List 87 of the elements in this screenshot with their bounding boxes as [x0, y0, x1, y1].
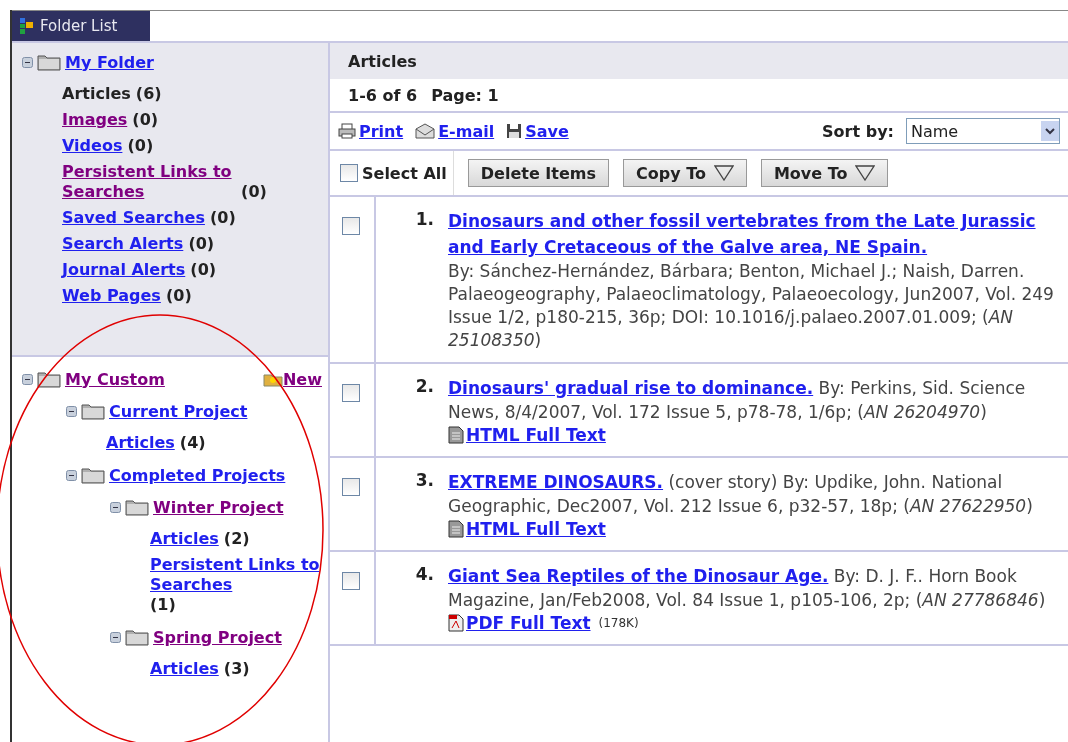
folder-link[interactable]: My Custom: [65, 369, 165, 389]
item-count: (0): [210, 208, 236, 227]
collapse-icon[interactable]: [110, 631, 121, 643]
toolbar-button[interactable]: Copy To: [622, 159, 747, 187]
folder-link[interactable]: Winter Project: [153, 497, 284, 517]
folder-icon: [81, 402, 105, 420]
document-icon: [448, 426, 464, 444]
tab-label[interactable]: Folder List: [40, 17, 118, 35]
result-range: 1-6 of 6: [348, 85, 418, 105]
collapse-icon[interactable]: [66, 469, 77, 481]
save-link[interactable]: Save: [506, 121, 569, 141]
result-checkbox[interactable]: [342, 384, 360, 402]
select-all-checkbox[interactable]: Select All: [330, 151, 454, 195]
app-logo-icon: [20, 18, 34, 34]
collapse-icon[interactable]: [22, 373, 33, 385]
full-text-link[interactable]: HTML Full Text: [466, 424, 606, 446]
result-number: 4.: [414, 563, 435, 584]
folder-item-link[interactable]: Articles: [150, 659, 219, 679]
dropdown-icon: [1041, 121, 1059, 141]
result-citation: Giant Sea Reptiles of the Dinosaur Age. By: D. J. F.. Horn Book Magazine, Jan/Feb2008, Vol. 84 Issue 1, p105-106, 2p; (AN 27786846): [448, 563, 1064, 612]
sort-label: Sort by:: [822, 121, 894, 141]
result-title-link[interactable]: EXTREME DINOSAURS.: [448, 469, 664, 495]
folder-item-link[interactable]: Saved Searches: [62, 208, 205, 228]
item-count: (0): [188, 234, 215, 253]
folder-item-link[interactable]: Search Alerts: [62, 234, 184, 254]
folder-item-link[interactable]: Images: [62, 110, 128, 130]
item-count: (2): [223, 529, 250, 548]
result-checkbox[interactable]: [342, 478, 360, 496]
pdf-icon: [448, 614, 464, 632]
printer-icon[interactable]: [338, 123, 356, 139]
item-count: (1): [150, 595, 176, 614]
item-count: (0): [165, 286, 192, 305]
folder-item-link[interactable]: Journal Alerts: [62, 260, 186, 280]
folder-link[interactable]: Spring Project: [153, 627, 282, 647]
sort-select[interactable]: Name: [906, 118, 1060, 144]
new-folder-icon: [262, 371, 283, 387]
result-number: 2.: [414, 375, 435, 396]
result-citation: Dinosaurs' gradual rise to dominance. By: Perkins, Sid. Science News, 8/4/2007, Vol. 172 Issue 5, p78-78, 1/6p; (AN 26204970): [448, 375, 1064, 424]
item-count: (0): [190, 260, 217, 279]
folder-link[interactable]: Completed Projects: [109, 465, 286, 485]
folder-item-label[interactable]: Articles: [62, 84, 131, 103]
item-count: (3): [223, 659, 250, 678]
folder-item-link[interactable]: Articles: [106, 433, 175, 453]
envelope-icon[interactable]: [415, 123, 436, 139]
result-checkbox[interactable]: [342, 572, 360, 590]
caret-icon: [855, 165, 876, 181]
folder-icon: [125, 498, 149, 516]
print-link[interactable]: Print: [338, 121, 404, 141]
file-size: (178K): [598, 615, 639, 632]
result-title-link[interactable]: Giant Sea Reptiles of the Dinosaur Age.: [448, 563, 829, 589]
new-folder-link[interactable]: New: [262, 369, 322, 389]
folder-item-link[interactable]: Web Pages: [62, 286, 161, 306]
item-count: (6): [135, 84, 162, 103]
item-count: (0): [132, 110, 159, 129]
folder-link[interactable]: Current Project: [109, 401, 248, 421]
result-number: 1.: [414, 208, 435, 229]
result-title-link[interactable]: Dinosaurs' gradual rise to dominance.: [448, 375, 814, 401]
result-title-link[interactable]: Dinosaurs and other fossil vertebrates from the Late Jurassic and Early Cretaceous of the Galve area, NE Spain.: [448, 208, 1064, 260]
folder-item-link[interactable]: Persistent Links to Searches: [150, 555, 322, 595]
folder-icon: [37, 370, 61, 388]
folder-item-link[interactable]: Persistent Links to Searches: [62, 162, 236, 202]
collapse-icon[interactable]: [110, 501, 121, 513]
caret-icon: [713, 165, 734, 181]
item-count: (0): [127, 136, 154, 155]
full-text-link[interactable]: HTML Full Text: [466, 518, 606, 540]
toolbar-button[interactable]: Move To: [760, 159, 889, 187]
result-citation: Dinosaurs and other fossil vertebrates from the Late Jurassic and Early Cretaceous of the Galve area, NE Spain. By: Sánchez-Hernández, Bárbara; Benton, Michael J.; Naish, Darren. Palaeogeography, Palaeoclimatology, Palaeoecology, Jun2007, Vol. 249 Issue 1/2, p180-215, 36p; DOI: 10.1016/j.palaeo.2007.01.009; (AN 25108350): [448, 208, 1064, 352]
result-checkbox[interactable]: [342, 217, 360, 235]
toolbar-button[interactable]: Delete Items: [467, 159, 609, 187]
folder-item-link[interactable]: Articles: [150, 529, 219, 549]
collapse-icon[interactable]: [22, 56, 33, 68]
result-citation: EXTREME DINOSAURS. (cover story) By: Updike, John. National Geographic, Dec2007, Vol. 212 Issue 6, p32-57, 18p; (AN 27622950): [448, 469, 1064, 518]
document-icon: [448, 520, 464, 538]
folder-icon: [125, 628, 149, 646]
folder-item-link[interactable]: Videos: [62, 136, 123, 156]
email-link[interactable]: E-mail: [415, 121, 495, 141]
result-number: 3.: [414, 469, 435, 490]
item-count: (4): [179, 433, 206, 452]
item-count: (0): [241, 182, 267, 201]
folder-icon: [37, 53, 61, 71]
full-text-link[interactable]: PDF Full Text: [466, 612, 591, 634]
page-number: Page: 1: [431, 85, 499, 105]
collapse-icon[interactable]: [66, 405, 77, 417]
articles-header: Articles: [330, 43, 1068, 79]
folder-list-tab[interactable]: Folder List: [12, 11, 150, 41]
folder-link[interactable]: My Folder: [65, 52, 154, 72]
folder-icon: [81, 466, 105, 484]
